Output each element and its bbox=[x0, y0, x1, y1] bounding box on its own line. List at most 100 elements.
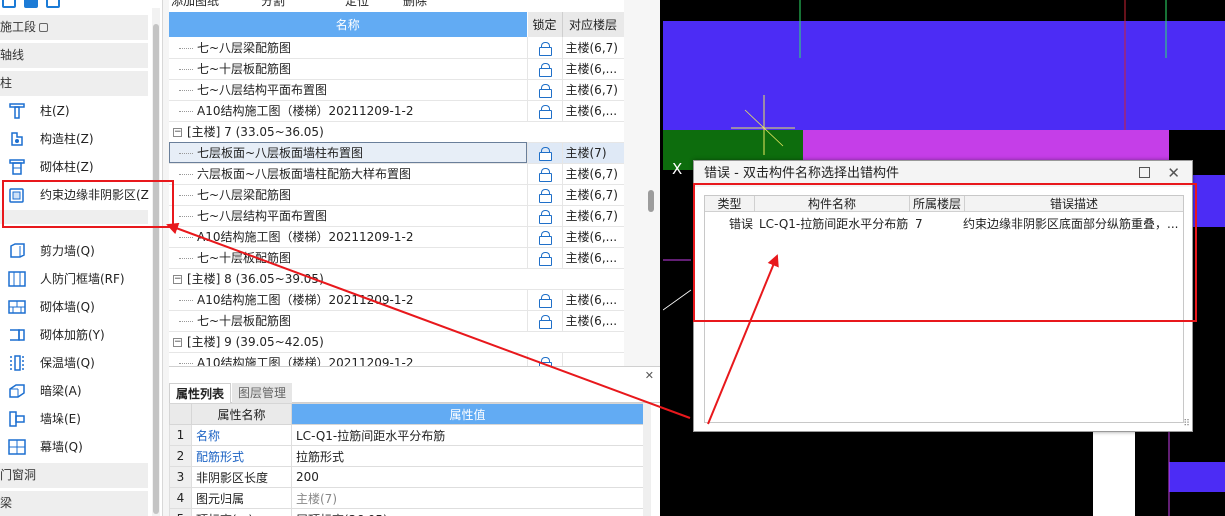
sidebar-item-curtain-wall[interactable]: 幕墙(Q) bbox=[8, 434, 150, 460]
drawing-row[interactable]: 七~八层结构平面布置图 主楼(6,7) bbox=[169, 79, 624, 101]
category-column[interactable]: 柱 bbox=[0, 71, 148, 96]
sidebar-item-masonry-reinforcement[interactable]: 砌体加筋(Y) bbox=[8, 322, 150, 348]
column-header-floor[interactable]: 对应楼层 bbox=[562, 12, 624, 37]
property-row[interactable]: 1 名称 LC-Q1-拉筋间距水平分布筋 bbox=[169, 424, 644, 446]
tree-connector bbox=[179, 90, 193, 91]
category-construction-section[interactable]: 施工段 bbox=[0, 15, 148, 40]
property-value[interactable]: 主楼(7) bbox=[291, 487, 644, 509]
sidebar-item-column[interactable]: 柱(Z) bbox=[8, 98, 150, 124]
lock-icon[interactable] bbox=[539, 189, 552, 203]
property-value[interactable]: 层顶标高(36.05) bbox=[291, 508, 644, 516]
drawing-row[interactable]: A10结构施工图（楼梯）20211209-1-2 主楼(6,... bbox=[169, 100, 624, 122]
collapse-icon[interactable]: − bbox=[173, 275, 182, 284]
lock-icon[interactable] bbox=[539, 252, 552, 266]
property-value[interactable]: LC-Q1-拉筋间距水平分布筋 bbox=[291, 424, 644, 446]
property-row[interactable]: 5顶标高(m)层顶标高(36.05) bbox=[169, 508, 644, 516]
lock-cell[interactable] bbox=[526, 142, 562, 164]
drawing-row[interactable]: 六层板面~八层板面墙柱配筋大样布置图 主楼(6,7) bbox=[169, 163, 624, 185]
sidebar-item-shear-wall[interactable]: 剪力墙(Q) bbox=[8, 238, 150, 264]
sidebar-item-civil-defense-door-wall[interactable]: 人防门框墙(RF) bbox=[8, 266, 150, 292]
category-label: 门窗洞 bbox=[0, 468, 37, 482]
civil-defense-door-wall-icon bbox=[8, 271, 26, 287]
drawing-row[interactable]: 七~八层结构平面布置图 主楼(6,7) bbox=[169, 205, 624, 227]
drawing-row[interactable]: 七~十层板配筋图 主楼(6,... bbox=[169, 310, 624, 332]
floor-cell: 主楼(6,... bbox=[561, 289, 624, 311]
lock-icon[interactable] bbox=[539, 231, 552, 245]
property-row[interactable]: 2 配筋形式 拉筋形式 bbox=[169, 445, 644, 467]
collapse-icon[interactable]: − bbox=[173, 128, 182, 137]
list-view-icon[interactable] bbox=[24, 0, 38, 8]
lock-cell[interactable] bbox=[526, 184, 562, 206]
lock-icon[interactable] bbox=[539, 147, 552, 161]
lock-icon[interactable] bbox=[539, 357, 552, 366]
floor-group-row[interactable]: − [主楼] 8 (36.05~39.05) bbox=[169, 268, 624, 290]
resize-grip-icon[interactable]: ⠿ bbox=[1183, 419, 1190, 429]
collapse-icon[interactable]: − bbox=[173, 338, 182, 347]
lock-cell[interactable] bbox=[526, 100, 562, 122]
lock-icon[interactable] bbox=[539, 294, 552, 308]
tab-layer-management[interactable]: 图层管理 bbox=[232, 383, 293, 403]
lock-cell[interactable] bbox=[526, 226, 562, 248]
drawing-row[interactable]: 七层板面~八层板面墙柱布置图 主楼(7) bbox=[169, 142, 624, 164]
lock-icon[interactable] bbox=[539, 210, 552, 224]
drawing-row[interactable]: 七~八层梁配筋图 主楼(6,7) bbox=[169, 37, 624, 59]
lock-cell[interactable] bbox=[526, 58, 562, 80]
floor-group-row[interactable]: − [主楼] 9 (39.05~42.05) bbox=[169, 331, 624, 353]
lock-cell[interactable] bbox=[526, 79, 562, 101]
locate-button[interactable]: 定位 bbox=[345, 0, 369, 9]
delete-button[interactable]: 删除 bbox=[403, 0, 427, 9]
drawing-row[interactable]: A10结构施工图（楼梯）20211209-1-2 bbox=[169, 352, 624, 366]
lock-cell[interactable] bbox=[526, 289, 562, 311]
category-axis[interactable]: 轴线 bbox=[0, 43, 148, 68]
lock-icon[interactable] bbox=[539, 315, 552, 329]
lock-icon[interactable] bbox=[539, 84, 552, 98]
sidebar-item-label: 剪力墙(Q) bbox=[40, 244, 95, 258]
lock-cell[interactable] bbox=[526, 352, 562, 366]
property-value[interactable]: 拉筋形式 bbox=[291, 445, 644, 467]
close-icon[interactable]: ✕ bbox=[1167, 163, 1180, 183]
sidebar-item-insulation-wall[interactable]: 保温墙(Q) bbox=[8, 350, 150, 376]
lock-cell[interactable] bbox=[526, 205, 562, 227]
add-drawing-button[interactable]: 添加图纸 bbox=[171, 0, 219, 9]
detail-view-icon[interactable] bbox=[46, 0, 60, 8]
property-row[interactable]: 4 图元归属 主楼(7) bbox=[169, 487, 644, 509]
drawing-name: 七~八层结构平面布置图 bbox=[169, 79, 527, 101]
property-row[interactable]: 3 非阴影区长度 200 bbox=[169, 466, 644, 488]
property-value[interactable]: 200 bbox=[291, 466, 644, 488]
tab-property-list[interactable]: 属性列表 bbox=[169, 383, 232, 403]
sidebar-scroll-thumb[interactable] bbox=[153, 24, 159, 514]
drawing-row[interactable]: 七~十层板配筋图 主楼(6,... bbox=[169, 58, 624, 80]
properties-scrollbar[interactable] bbox=[643, 403, 651, 516]
lock-icon[interactable] bbox=[539, 105, 552, 119]
drawing-list-scrollbar[interactable] bbox=[624, 0, 660, 366]
category-beam[interactable]: 梁 bbox=[0, 491, 148, 516]
sidebar-item-hidden-beam[interactable]: 暗梁(A) bbox=[8, 378, 150, 404]
lock-icon[interactable] bbox=[539, 41, 552, 56]
drawing-row[interactable]: 七~八层梁配筋图 主楼(6,7) bbox=[169, 184, 624, 206]
scroll-thumb[interactable] bbox=[648, 190, 654, 212]
sidebar-item-masonry-wall[interactable]: 砌体墙(Q) bbox=[8, 294, 150, 320]
lock-icon[interactable] bbox=[539, 168, 552, 182]
drawing-row[interactable]: A10结构施工图（楼梯）20211209-1-2 主楼(6,... bbox=[169, 226, 624, 248]
masonry-wall-icon bbox=[8, 300, 26, 314]
drawing-row[interactable]: A10结构施工图（楼梯）20211209-1-2 主楼(6,... bbox=[169, 289, 624, 311]
column-header-lock[interactable]: 锁定 bbox=[527, 12, 563, 37]
column-header-name[interactable]: 名称 bbox=[169, 12, 528, 37]
split-button[interactable]: 分割 bbox=[261, 0, 285, 9]
maximize-icon[interactable] bbox=[1139, 167, 1150, 178]
sidebar-item-wall-pier[interactable]: 墙垛(E) bbox=[8, 406, 150, 432]
sidebar-item-constructional-column[interactable]: 构造柱(Z) bbox=[8, 126, 150, 152]
drawing-row[interactable]: 七~十层板配筋图 主楼(6,... bbox=[169, 247, 624, 269]
lock-icon[interactable] bbox=[539, 63, 552, 77]
grid-view-icon[interactable] bbox=[2, 0, 16, 8]
sidebar-item-masonry-column[interactable]: 砌体柱(Z) bbox=[8, 154, 150, 180]
lock-cell[interactable] bbox=[526, 37, 562, 59]
row-number: 3 bbox=[169, 466, 192, 488]
lock-cell[interactable] bbox=[526, 247, 562, 269]
lock-cell[interactable] bbox=[526, 310, 562, 332]
lock-cell[interactable] bbox=[526, 163, 562, 185]
drawing-table: 名称 锁定 对应楼层 七~八层梁配筋图 主楼(6,7) 七~十层板配筋图 主楼(6,.… bbox=[169, 12, 624, 366]
floor-group-row[interactable]: − [主楼] 7 (33.05~36.05) bbox=[169, 121, 624, 143]
category-door-window[interactable]: 门窗洞 bbox=[0, 463, 148, 488]
floor-cell: 主楼(6,... bbox=[561, 100, 624, 122]
